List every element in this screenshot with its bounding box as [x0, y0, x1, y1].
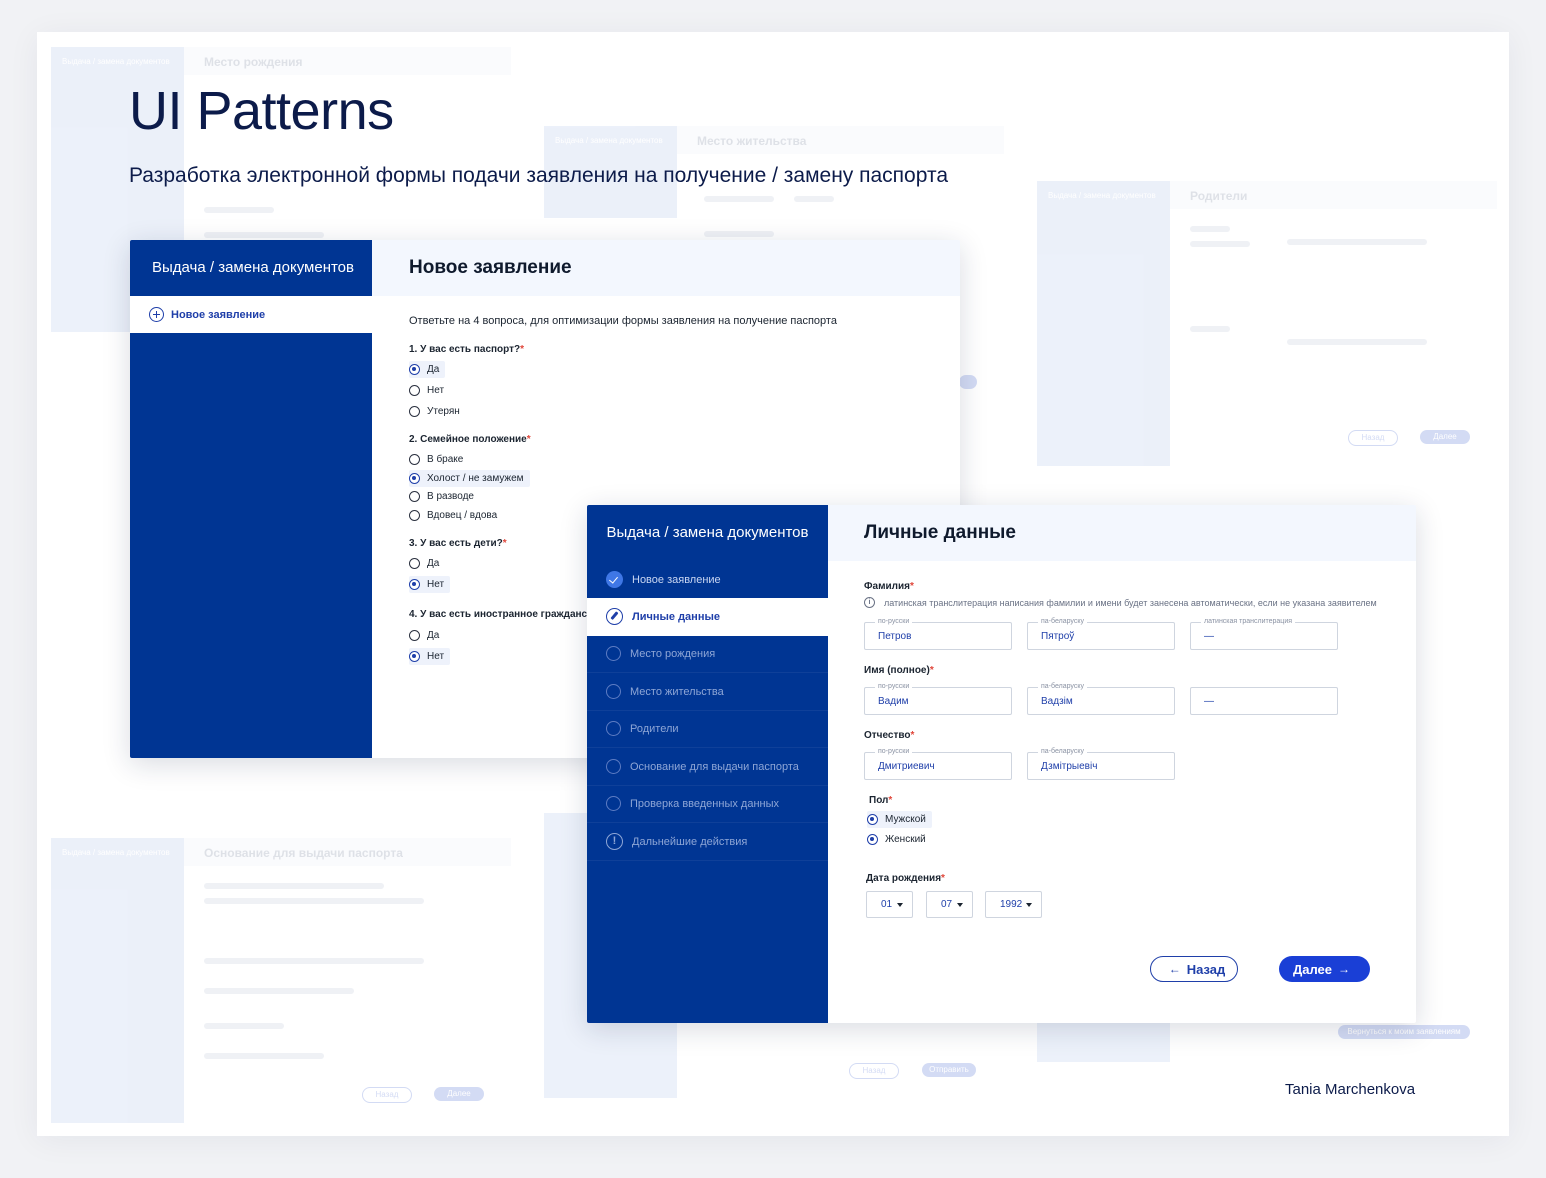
sidebar-title: Выдача / замена документов [606, 524, 809, 541]
radio-gender-female[interactable]: Женский [867, 831, 926, 848]
empty-circle-icon [606, 646, 621, 661]
question-foreign-citizenship: 4. У вас есть иностранное гражданство?* [409, 609, 614, 620]
step-review[interactable]: Проверка введенных данных [587, 785, 828, 823]
radio-icon [409, 454, 420, 465]
surname-by-field[interactable]: па-беларуску Пятроў [1027, 618, 1175, 650]
surname-latin-field[interactable]: латинская транслитерация — [1190, 618, 1338, 650]
question-passport: 1. У вас есть паспорт?* [409, 344, 525, 355]
arrow-left-icon: ← [1168, 962, 1181, 976]
radio-married[interactable]: В браке [409, 451, 463, 468]
radio-citizenship-no[interactable]: Нет [409, 648, 451, 665]
name-latin-field[interactable]: — [1190, 687, 1338, 715]
radio-checked-icon [409, 364, 420, 375]
hero-title: UI Patterns [129, 81, 394, 141]
step-personal-data[interactable]: Личные данные [587, 598, 828, 636]
radio-divorced[interactable]: В разводе [409, 488, 474, 505]
exclamation-circle-icon: ! [606, 833, 623, 850]
radio-children-no[interactable]: Нет [409, 576, 451, 593]
radio-icon [867, 834, 878, 845]
radio-icon [409, 491, 420, 502]
sidebar: Выдача / замена документов Новое заявлен… [130, 240, 372, 758]
radio-icon [409, 406, 420, 417]
radio-gender-male[interactable]: Мужской [867, 811, 932, 828]
empty-circle-icon [606, 759, 621, 774]
radio-passport-yes[interactable]: Да [409, 361, 446, 378]
page-title: Личные данные [864, 522, 1016, 543]
empty-circle-icon [606, 796, 621, 811]
surname-ru-field[interactable]: по-русски Петров [864, 618, 1012, 650]
question-marital-status: 2. Семейное положение* [409, 434, 531, 445]
radio-checked-icon [867, 814, 878, 825]
next-button[interactable]: Далее → [1279, 956, 1370, 982]
patronymic-label: Отчество* [864, 730, 915, 741]
question-children: 3. У вас есть дети?* [409, 538, 507, 549]
sidebar-title: Выдача / замена документов [152, 259, 354, 276]
patronymic-by-field[interactable]: па-беларуску Дзмітрыевіч [1027, 748, 1175, 780]
radio-checked-icon [409, 651, 420, 662]
info-icon: i [864, 597, 875, 608]
hero-subtitle: Разработка электронной формы подачи заяв… [129, 164, 948, 187]
step-parents[interactable]: Родители [587, 710, 828, 748]
empty-circle-icon [606, 721, 621, 736]
author-credit: Tania Marchenkova [1285, 1081, 1416, 1098]
radio-icon [409, 558, 420, 569]
sidebar: Выдача / замена документов Новое заявлен… [587, 505, 828, 1023]
chevron-down-icon [957, 902, 963, 907]
step-birthplace[interactable]: Место рождения [587, 635, 828, 673]
radio-icon [409, 510, 420, 521]
chevron-down-icon [1026, 902, 1032, 907]
transliteration-hint: i латинская транслитерация написания фами… [864, 597, 1377, 608]
ghost-screen-parents: Выдача / замена документов Родители Наза… [1037, 181, 1497, 466]
birth-month-select[interactable]: 07 [926, 891, 973, 918]
page-header: Новое заявление [372, 240, 960, 296]
radio-icon [409, 385, 420, 396]
page-header: Личные данные [828, 505, 1416, 561]
arrow-right-icon: → [1338, 962, 1351, 976]
surname-label: Фамилия* [864, 581, 914, 592]
radio-checked-icon [409, 473, 420, 484]
birth-day-select[interactable]: 01 [866, 891, 913, 918]
check-circle-icon [606, 571, 623, 588]
plus-circle-icon [149, 307, 164, 322]
gender-label: Пол* [869, 795, 893, 806]
pencil-icon [606, 608, 623, 625]
radio-citizenship-yes[interactable]: Да [409, 627, 439, 644]
radio-checked-icon [409, 579, 420, 590]
radio-passport-lost[interactable]: Утерян [409, 403, 460, 420]
ghost-screen-basis: Выдача / замена документов Основание для… [51, 838, 511, 1123]
radio-children-yes[interactable]: Да [409, 555, 439, 572]
intro-text: Ответьте на 4 вопроса, для оптимизации ф… [409, 315, 837, 327]
name-ru-field[interactable]: по-русски Вадим [864, 683, 1012, 715]
chevron-down-icon [897, 902, 903, 907]
empty-circle-icon [606, 684, 621, 699]
name-by-field[interactable]: па-беларуску Вадзім [1027, 683, 1175, 715]
radio-icon [409, 630, 420, 641]
step-residence[interactable]: Место жительства [587, 673, 828, 711]
radio-single[interactable]: Холост / не замужем [409, 470, 530, 487]
birth-date-label: Дата рождения* [866, 873, 945, 884]
page-title: Новое заявление [409, 257, 572, 278]
radio-widowed[interactable]: Вдовец / вдова [409, 507, 497, 524]
step-new-application[interactable]: Новое заявление [587, 561, 828, 599]
sidebar-item-label: Новое заявление [171, 308, 266, 321]
step-next-actions[interactable]: ! Дальнейшие действия [587, 823, 828, 861]
sidebar-item-new-application[interactable]: Новое заявление [130, 296, 372, 333]
step-passport-basis[interactable]: Основание для выдачи паспорта [587, 748, 828, 786]
patronymic-ru-field[interactable]: по-русски Дмитриевич [864, 748, 1012, 780]
main-content: Личные данные Фамилия* i латинская трансл… [828, 505, 1416, 1023]
back-button[interactable]: ← Назад [1150, 956, 1238, 982]
personal-data-window: Выдача / замена документов Новое заявлен… [587, 505, 1416, 1023]
name-label: Имя (полное)* [864, 665, 934, 676]
birth-year-select[interactable]: 1992 [985, 891, 1042, 918]
radio-passport-no[interactable]: Нет [409, 382, 444, 399]
